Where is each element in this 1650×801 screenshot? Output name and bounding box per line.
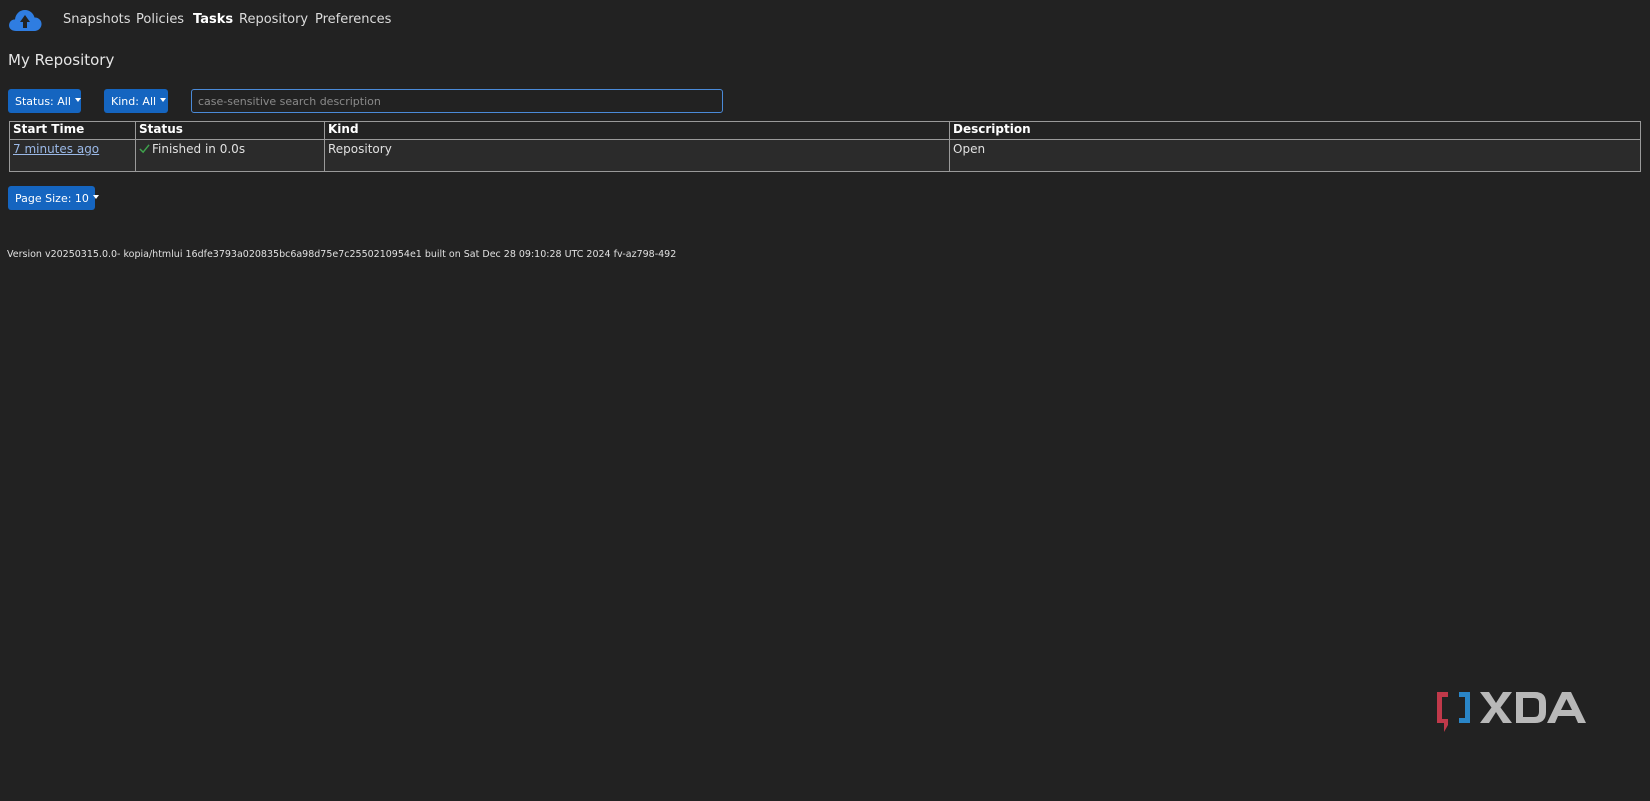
nav-policies[interactable]: Policies (136, 12, 184, 27)
caret-down-icon (74, 98, 81, 102)
cloud-upload-icon[interactable] (7, 8, 43, 32)
page-title: My Repository (8, 51, 115, 69)
start-time-link[interactable]: 7 minutes ago (13, 142, 99, 156)
nav-preferences[interactable]: Preferences (315, 12, 391, 27)
page-size-label: Page Size: 10 (15, 191, 89, 205)
table-row: 7 minutes ago Finished in 0.0s Repositor… (9, 139, 1641, 172)
caret-down-icon (160, 98, 167, 102)
cell-status: Finished in 0.0s (135, 139, 325, 172)
nav-snapshots[interactable]: Snapshots (63, 12, 131, 27)
cell-kind: Repository (324, 139, 950, 172)
top-navbar: Snapshots Policies Tasks Repository Pref… (0, 0, 1650, 40)
column-header-start-time[interactable]: Start Time (9, 121, 136, 140)
page-size-dropdown[interactable]: Page Size: 10 (8, 186, 99, 210)
cell-start-time: 7 minutes ago (9, 139, 136, 172)
cell-description: Open (949, 139, 1641, 172)
status-filter-dropdown[interactable]: Status: All (8, 89, 81, 113)
check-icon (139, 144, 150, 154)
version-info: Version v20250315.0.0- kopia/htmlui 16df… (7, 249, 677, 260)
column-header-kind[interactable]: Kind (324, 121, 950, 140)
search-input[interactable] (191, 89, 723, 113)
kind-filter-dropdown[interactable]: Kind: All (104, 89, 168, 113)
kind-filter-label: Kind: All (111, 94, 157, 108)
column-header-status[interactable]: Status (135, 121, 325, 140)
status-filter-label: Status: All (15, 94, 71, 108)
table-header-row: Start Time Status Kind Description (9, 121, 1641, 140)
tasks-table: Start Time Status Kind Description 7 min… (9, 121, 1641, 172)
nav-repository[interactable]: Repository (239, 12, 308, 27)
column-header-description[interactable]: Description (949, 121, 1641, 140)
status-text: Finished in 0.0s (152, 142, 246, 156)
nav-tasks[interactable]: Tasks (193, 12, 233, 27)
caret-down-icon (92, 195, 99, 199)
xda-logo (1437, 692, 1586, 732)
